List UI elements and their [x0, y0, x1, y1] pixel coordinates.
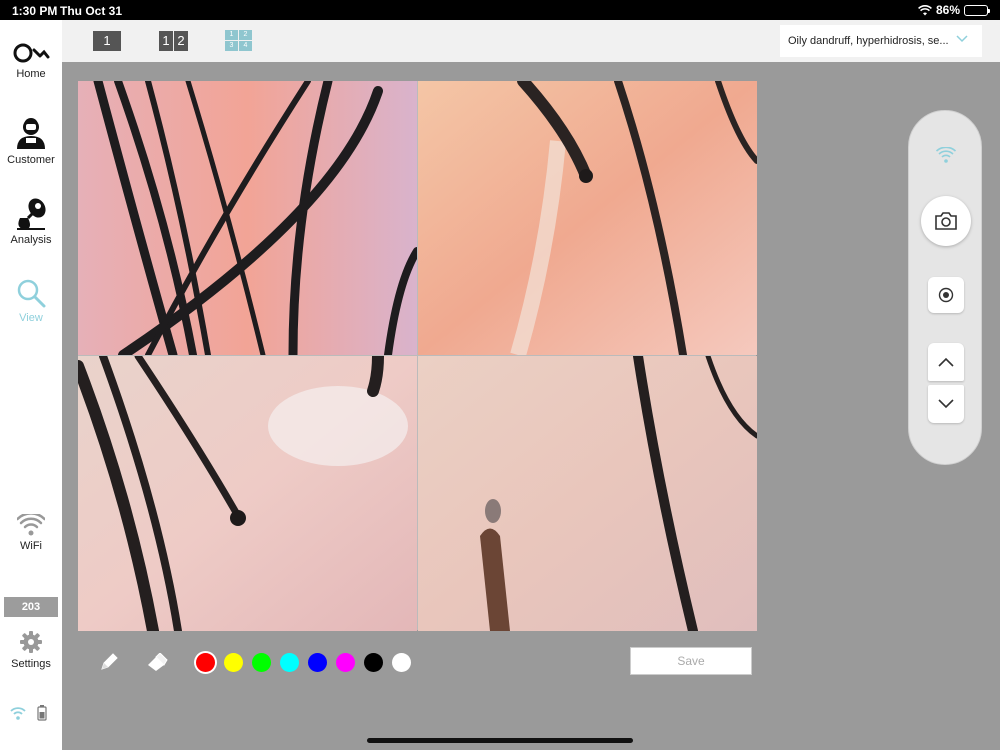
layout-cell: 3 [225, 41, 238, 51]
home-indicator[interactable] [367, 738, 633, 743]
sidebar-item-settings[interactable]: Settings [0, 630, 62, 670]
counter-badge: 203 [4, 597, 58, 617]
color-swatch[interactable] [336, 652, 355, 672]
layout-cell: 2 [239, 30, 252, 40]
sidebar-item-label: Settings [11, 658, 51, 670]
sidebar-item-view[interactable]: View [0, 278, 62, 324]
wifi-icon [17, 514, 45, 536]
diagnosis-dropdown[interactable]: Oily dandruff, hyperhidrosis, se... [780, 25, 982, 57]
pencil-tool[interactable] [96, 649, 122, 675]
color-swatch[interactable] [252, 652, 271, 672]
color-swatch[interactable] [196, 652, 215, 672]
wifi-icon [936, 147, 956, 163]
scalp-image-3[interactable] [78, 356, 417, 631]
customer-icon [17, 118, 45, 149]
scalp-image [78, 356, 417, 631]
top-toolbar: 1 1 2 1 2 3 4 Oily dandruff, hyperhidros… [62, 20, 1000, 62]
save-button[interactable]: Save [630, 647, 752, 675]
sidebar-item-home[interactable]: Home [0, 42, 62, 80]
color-swatch[interactable] [392, 652, 411, 672]
layout-cell: 1 [93, 31, 121, 51]
color-swatch[interactable] [308, 652, 327, 672]
eraser-tool[interactable] [144, 649, 170, 675]
sidebar-item-label: Home [16, 68, 46, 80]
sidebar-item-analysis[interactable]: Analysis [0, 196, 62, 246]
sidebar-status-icons [9, 705, 47, 721]
dropdown-value: Oily dandruff, hyperhidrosis, se... [788, 35, 949, 47]
status-wifi-icon [918, 4, 932, 15]
search-icon [17, 279, 46, 308]
battery-icon [964, 4, 990, 16]
scalp-image-1[interactable] [78, 81, 417, 355]
sidebar-item-label: Customer [7, 154, 55, 166]
layout-quad-button[interactable]: 1 2 3 4 [225, 30, 253, 52]
color-palette [196, 652, 411, 672]
sidebar-item-label: WiFi [20, 540, 42, 552]
camera-icon [935, 212, 957, 230]
wifi-status-icon [10, 707, 26, 720]
logo-icon [13, 43, 50, 63]
battery-percent: 86% [935, 3, 960, 17]
layout-single-button[interactable]: 1 [93, 31, 121, 51]
drawing-toolbar [96, 648, 411, 676]
microscope-icon [17, 198, 46, 230]
record-icon [938, 287, 954, 303]
color-swatch[interactable] [224, 652, 243, 672]
scalp-image [418, 81, 757, 355]
layout-cell: 4 [239, 41, 252, 51]
sidebar-item-customer[interactable]: Customer [0, 116, 62, 166]
sidebar-item-wifi[interactable]: WiFi [0, 514, 62, 552]
zoom-up-button[interactable] [928, 343, 964, 381]
sidebar-item-label: Analysis [10, 234, 52, 246]
status-bar: 1:30 PM Thu Oct 31 86% [0, 0, 1000, 20]
pencil-icon [101, 653, 118, 670]
scalp-image-4[interactable] [418, 356, 757, 631]
chevron-down-icon [956, 35, 968, 43]
layout-cell: 1 [159, 31, 173, 51]
zoom-down-button[interactable] [928, 385, 964, 423]
color-swatch[interactable] [364, 652, 383, 672]
eraser-icon [148, 653, 168, 671]
status-time: 1:30 PM [12, 4, 58, 18]
record-button[interactable] [928, 277, 964, 313]
scalp-image [78, 81, 417, 355]
chevron-down-icon [938, 399, 954, 409]
scalp-image [418, 356, 757, 631]
sidebar-item-label: View [19, 312, 43, 324]
chevron-up-icon [938, 357, 954, 367]
layout-double-button[interactable]: 1 2 [159, 31, 188, 51]
image-grid [78, 81, 757, 631]
gear-icon [20, 631, 42, 653]
sidebar: Home Customer Analysis View WiFi 203 Set… [0, 20, 62, 750]
capture-photo-button[interactable] [921, 196, 971, 246]
status-date: Thu Oct 31 [60, 4, 123, 18]
battery-status-icon [37, 705, 47, 721]
layout-cell: 2 [174, 31, 188, 51]
status-right: 86% [918, 3, 990, 17]
camera-control-panel [908, 110, 982, 465]
scalp-image-2[interactable] [418, 81, 757, 355]
layout-cell: 1 [225, 30, 238, 40]
color-swatch[interactable] [280, 652, 299, 672]
